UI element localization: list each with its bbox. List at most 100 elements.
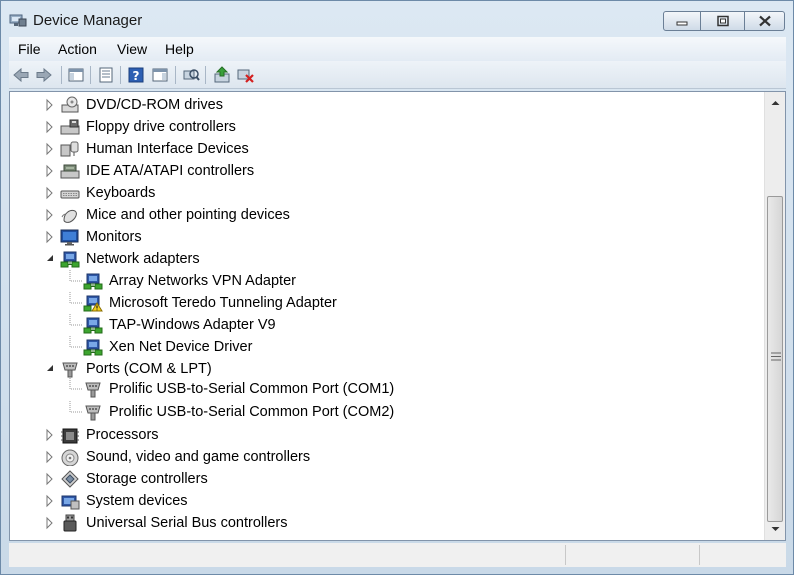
tree-category[interactable]: IDE ATA/ATAPI controllers [10, 160, 710, 182]
collapsed-arrow-icon[interactable] [45, 120, 55, 134]
collapsed-arrow-icon[interactable] [45, 208, 55, 222]
port-icon [85, 382, 101, 398]
tree-category[interactable]: System devices [10, 490, 710, 512]
collapsed-arrow-icon[interactable] [45, 142, 55, 156]
floppy-controller-icon [60, 119, 80, 135]
collapsed-arrow-icon[interactable] [45, 428, 55, 442]
uninstall-device-icon[interactable] [237, 66, 255, 84]
tree-category[interactable]: Mice and other pointing devices [10, 204, 710, 226]
collapsed-arrow-icon[interactable] [45, 186, 55, 200]
tree-category[interactable]: Ports (COM & LPT) [10, 358, 710, 380]
minimize-button[interactable] [663, 11, 701, 31]
action-pane-icon[interactable] [151, 66, 169, 84]
device-manager-icon [9, 14, 27, 27]
tree-category[interactable]: Universal Serial Bus controllers [10, 512, 710, 534]
close-button[interactable] [745, 11, 785, 31]
tree-item-label: Sound, video and game controllers [86, 449, 311, 465]
menu-file[interactable]: File [18, 41, 41, 57]
network-adapter-icon [83, 339, 103, 356]
show-hide-console-tree-icon[interactable] [67, 66, 85, 84]
tree-category[interactable]: Floppy drive controllers [10, 116, 710, 138]
dvd-drive-icon [61, 96, 79, 113]
tree-device[interactable]: Xen Net Device Driver [10, 336, 710, 358]
mouse-icon [61, 210, 77, 223]
tree-category[interactable]: Storage controllers [10, 468, 710, 490]
collapsed-arrow-icon[interactable] [45, 98, 55, 112]
device-tree: DVD/CD-ROM drives Floppy drive controller… [10, 92, 765, 540]
network-adapter-icon [83, 273, 103, 290]
tree-item-label: Keyboards [86, 185, 156, 201]
svg-text:?: ? [133, 69, 140, 83]
processor-icon [61, 428, 79, 444]
tree-item-label: Ports (COM & LPT) [86, 361, 212, 377]
port-icon [62, 362, 78, 378]
tree-item-label: Array Networks VPN Adapter [109, 273, 296, 289]
tree-item-label: Prolific USB-to-Serial Common Port (COM1… [109, 381, 395, 397]
help-icon[interactable]: ? [127, 66, 145, 84]
ide-controller-icon [60, 164, 80, 179]
device-manager-window: Device Manager File Action View Help ? D… [0, 0, 794, 575]
menu-view[interactable]: View [117, 41, 147, 57]
grip-icon [771, 352, 781, 361]
tree-item-label: System devices [86, 493, 188, 509]
scroll-up-arrow-icon[interactable] [765, 94, 786, 112]
scrollbar-thumb[interactable] [767, 196, 783, 522]
tree-item-label: DVD/CD-ROM drives [86, 97, 223, 113]
collapsed-arrow-icon[interactable] [45, 472, 55, 486]
port-icon [85, 405, 101, 421]
tree-item-label: IDE ATA/ATAPI controllers [86, 163, 255, 179]
tree-category[interactable]: Monitors [10, 226, 710, 248]
expanded-arrow-icon[interactable] [45, 362, 55, 376]
tree-category[interactable]: Keyboards [10, 182, 710, 204]
monitor-icon [60, 229, 79, 246]
toolbar: ? [9, 61, 786, 89]
tree-item-label: Human Interface Devices [86, 141, 249, 157]
vertical-scrollbar[interactable] [764, 92, 785, 540]
tree-category[interactable]: Processors [10, 424, 710, 446]
collapsed-arrow-icon[interactable] [45, 494, 55, 508]
tree-item-label: Universal Serial Bus controllers [86, 515, 288, 531]
minimize-icon [676, 21, 688, 26]
tree-item-label: Xen Net Device Driver [109, 339, 253, 355]
back-arrow-icon[interactable] [12, 66, 30, 84]
maximize-button[interactable] [701, 11, 745, 31]
keyboard-icon [60, 190, 80, 199]
tree-item-label: Storage controllers [86, 471, 208, 487]
collapsed-arrow-icon[interactable] [45, 450, 55, 464]
menu-bar: File Action View Help [9, 37, 786, 61]
tree-item-label: TAP-Windows Adapter V9 [109, 317, 276, 333]
forward-arrow-icon[interactable] [35, 66, 53, 84]
maximize-icon [716, 15, 729, 27]
tree-device[interactable]: Microsoft Teredo Tunneling Adapter [10, 292, 710, 314]
tree-category[interactable]: Sound, video and game controllers [10, 446, 710, 468]
toolbar-separator [120, 66, 121, 84]
status-pane-divider [565, 545, 566, 565]
update-driver-icon[interactable] [213, 66, 231, 84]
collapsed-arrow-icon[interactable] [45, 230, 55, 244]
tree-item-label: Microsoft Teredo Tunneling Adapter [109, 295, 337, 311]
collapsed-arrow-icon[interactable] [45, 516, 55, 530]
menu-action[interactable]: Action [58, 41, 97, 57]
tree-item-label: Processors [86, 427, 159, 443]
tree-item-label: Network adapters [86, 251, 200, 267]
tree-category[interactable]: Network adapters [10, 248, 710, 270]
tree-device[interactable]: Array Networks VPN Adapter [10, 270, 710, 292]
tree-device[interactable]: TAP-Windows Adapter V9 [10, 314, 710, 336]
tree-category[interactable]: Human Interface Devices [10, 138, 710, 160]
expanded-arrow-icon[interactable] [45, 252, 55, 266]
scroll-down-arrow-icon[interactable] [765, 520, 786, 538]
tree-category[interactable]: DVD/CD-ROM drives [10, 94, 710, 116]
collapsed-arrow-icon[interactable] [45, 164, 55, 178]
scan-hardware-icon[interactable] [182, 66, 200, 84]
tree-device[interactable]: Prolific USB-to-Serial Common Port (COM2… [10, 401, 710, 423]
properties-icon[interactable] [97, 66, 115, 84]
usb-icon [63, 514, 77, 532]
toolbar-separator [90, 66, 91, 84]
network-adapter-icon [60, 251, 80, 268]
hid-icon [60, 141, 79, 157]
tree-device[interactable]: Prolific USB-to-Serial Common Port (COM1… [10, 378, 710, 400]
window-title: Device Manager [33, 12, 143, 29]
title-bar[interactable]: Device Manager [1, 1, 793, 37]
menu-help[interactable]: Help [165, 41, 194, 57]
tree-item-label: Monitors [86, 229, 142, 245]
